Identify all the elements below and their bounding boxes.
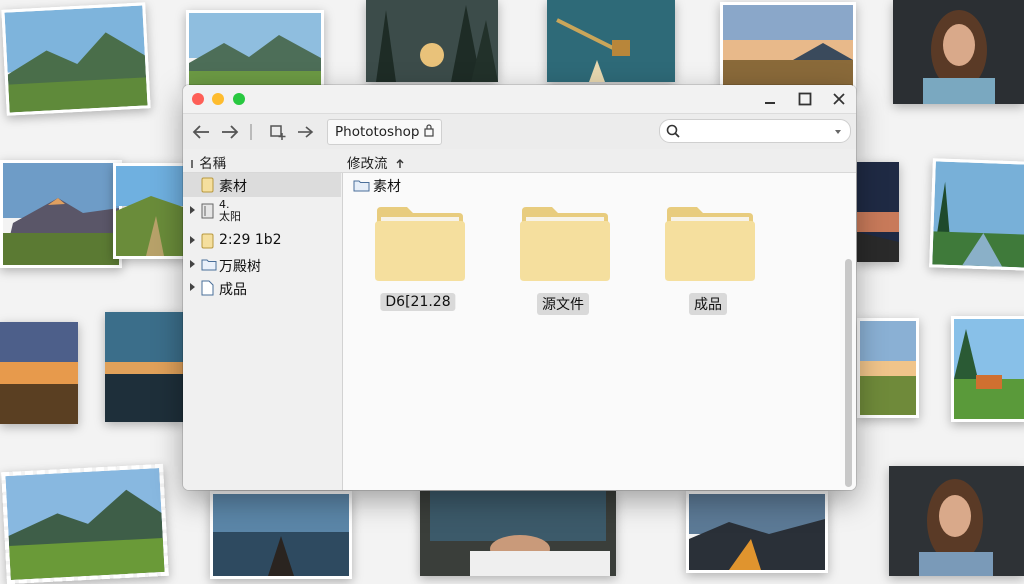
close-traffic-light[interactable] bbox=[192, 93, 204, 105]
toolbar: Phototoshop bbox=[183, 113, 856, 151]
arrow-right-icon bbox=[222, 125, 239, 139]
photo-mountain-dusk bbox=[720, 2, 856, 90]
close-icon[interactable] bbox=[830, 90, 848, 108]
sidebar-item-sucai[interactable]: 素材 bbox=[183, 173, 341, 197]
vertical-scrollbar[interactable] bbox=[845, 259, 852, 487]
sidebar-item-chengpin[interactable]: 成品 bbox=[183, 276, 341, 300]
folder-icon bbox=[353, 180, 370, 192]
sort-indicator-icon bbox=[191, 160, 193, 168]
path-label: Phototoshop bbox=[335, 124, 420, 140]
photo-dusk-field bbox=[0, 322, 78, 424]
sidebar-item-wandianshu[interactable]: 万殿树 bbox=[183, 253, 341, 277]
sidebar: 素材 4. 太阳 2:29 1b2 万殿树 成品 bbox=[183, 173, 343, 490]
go-button[interactable] bbox=[295, 122, 317, 142]
arrow-right-icon bbox=[298, 126, 314, 138]
photo-road-mountains bbox=[686, 491, 828, 573]
photo-night-sky bbox=[857, 162, 899, 262]
chevron-down-icon[interactable] bbox=[834, 128, 842, 136]
maximize-icon[interactable] bbox=[796, 90, 814, 108]
folder-label: D6[21.28 bbox=[380, 293, 456, 311]
folder-item[interactable]: D6[21.28 bbox=[368, 203, 468, 323]
photo-mountain-meadow-1 bbox=[1, 2, 151, 116]
arrow-left-icon bbox=[192, 125, 209, 139]
photo-fox-meadow bbox=[951, 316, 1024, 422]
file-manager-window: Phototoshop 名稱 修改流 素材 4. 太阳 2:29 1b2 万殿树… bbox=[183, 85, 856, 490]
photo-mountain-meadow-stamp bbox=[1, 463, 169, 584]
chevron-right-icon[interactable] bbox=[189, 282, 196, 292]
search-icon bbox=[666, 124, 680, 138]
new-folder-button[interactable] bbox=[267, 122, 289, 142]
toolbar-divider bbox=[247, 122, 255, 142]
new-folder-icon bbox=[270, 125, 286, 140]
modified-column-header[interactable]: 修改流 bbox=[347, 152, 405, 172]
lock-icon bbox=[424, 124, 434, 137]
folder-label: 源文件 bbox=[537, 293, 589, 315]
photo-woman-portrait-1 bbox=[893, 0, 1024, 104]
forward-button[interactable] bbox=[219, 122, 241, 142]
photo-sea-horizon bbox=[105, 312, 183, 422]
sidebar-item-date[interactable]: 2:29 1b2 bbox=[183, 229, 341, 253]
path-bar[interactable]: Phototoshop bbox=[327, 119, 442, 145]
folder-icon bbox=[375, 207, 465, 281]
folder-label: 成品 bbox=[689, 293, 727, 315]
zoom-traffic-light[interactable] bbox=[233, 93, 245, 105]
minimize-icon[interactable] bbox=[761, 90, 779, 108]
minimize-traffic-light[interactable] bbox=[212, 93, 224, 105]
search-input[interactable] bbox=[659, 119, 851, 143]
photo-forest-sunset bbox=[366, 0, 498, 82]
folder-item[interactable]: 源文件 bbox=[513, 203, 613, 323]
chevron-right-icon[interactable] bbox=[189, 235, 196, 245]
folder-icon bbox=[520, 207, 610, 281]
photo-mountain-lake bbox=[186, 10, 324, 88]
folder-item[interactable]: 成品 bbox=[658, 203, 758, 323]
chevron-right-icon[interactable] bbox=[189, 205, 196, 215]
photo-woman-portrait-2 bbox=[889, 466, 1024, 576]
sort-arrow-up-icon bbox=[396, 159, 404, 168]
title-bar bbox=[183, 85, 856, 113]
chevron-right-icon[interactable] bbox=[189, 259, 196, 269]
file-view: 素材 D6[21.28 源文件 成品 bbox=[343, 173, 856, 490]
sidebar-item-4[interactable]: 4. 太阳 bbox=[183, 199, 341, 229]
folder-icon bbox=[201, 233, 214, 249]
folder-icon bbox=[665, 207, 755, 281]
document-icon bbox=[201, 203, 214, 219]
photo-mountain-sunrise bbox=[0, 160, 122, 268]
back-button[interactable] bbox=[190, 122, 212, 142]
folder-icon bbox=[201, 177, 214, 193]
column-headers: 名稱 修改流 bbox=[183, 149, 856, 173]
name-column-header[interactable]: 名稱 bbox=[189, 152, 226, 172]
document-icon bbox=[201, 280, 214, 296]
photo-writing-hands bbox=[420, 491, 616, 576]
photo-forest-river bbox=[929, 158, 1024, 271]
folder-icon bbox=[201, 259, 217, 271]
photo-pier-sea bbox=[210, 491, 352, 579]
photo-valley-path bbox=[113, 163, 189, 259]
photo-hill-sunset bbox=[857, 318, 919, 418]
photo-brush-teal bbox=[547, 0, 675, 82]
